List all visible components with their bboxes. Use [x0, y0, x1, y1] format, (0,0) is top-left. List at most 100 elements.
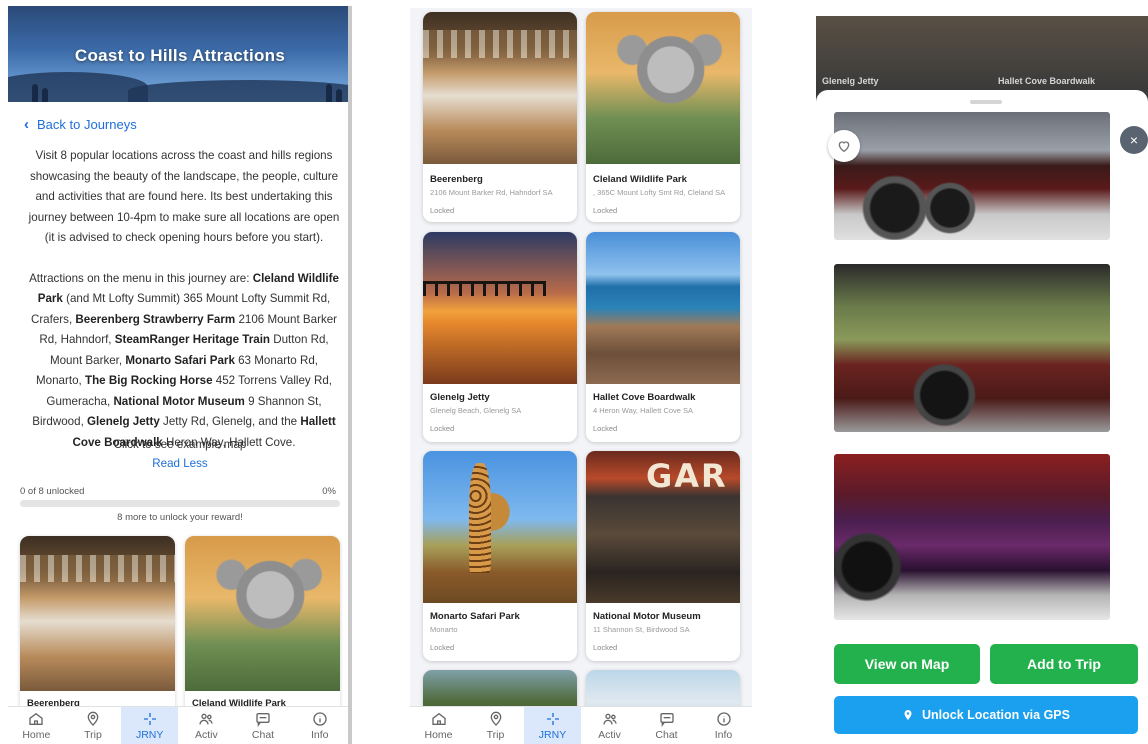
heart-icon [838, 141, 850, 153]
nav-activ[interactable]: Activ [581, 707, 638, 744]
button-label: View on Map [864, 656, 950, 672]
attractions-intro: Attractions on the menu in this journey … [29, 271, 253, 285]
sparkle-icon [143, 712, 156, 725]
nav-label: Activ [194, 728, 218, 741]
attraction-card[interactable]: Glenelg Jetty Glenelg Beach, Glenelg SA … [423, 232, 577, 442]
attraction-status: Locked [430, 424, 455, 433]
unlock-gps-button[interactable]: Unlock Location via GPS [834, 696, 1138, 734]
journey-description: Visit 8 popular locations across the coa… [26, 146, 342, 453]
nav-trip[interactable]: Trip [467, 707, 524, 744]
attraction-status: Locked [593, 424, 618, 433]
sheet-drag-handle[interactable] [970, 100, 1002, 104]
attraction-address: Glenelg Beach, Glenelg SA [430, 406, 522, 415]
attraction-address: , 365C Mount Lofty Smt Rd, Cleland SA [593, 188, 726, 197]
background-card-title: Hallet Cove Boardwalk [998, 76, 1096, 86]
view-on-map-button[interactable]: View on Map [834, 644, 980, 684]
nav-home[interactable]: Home [410, 707, 467, 744]
attractions-grid-screen: Beerenberg 2106 Mount Barker Rd, Hahndor… [410, 8, 752, 744]
gallery-photo [834, 454, 1110, 620]
map-pin-icon [490, 711, 501, 726]
close-button[interactable]: × [1120, 126, 1148, 154]
nav-label: Home [22, 728, 51, 741]
attraction-title: Cleland Wildlife Park [593, 174, 687, 185]
attraction-address: 4 Heron Way, Hallett Cove SA [593, 406, 694, 415]
nav-jrny[interactable]: JRNY [121, 707, 179, 744]
example-map-link[interactable]: Click to see example map [8, 438, 348, 451]
nav-chat[interactable]: Chat [235, 707, 292, 744]
bottom-nav: Home Trip JRNY Activ Chat Info [410, 706, 752, 744]
nav-label: Activ [598, 728, 621, 741]
hill-decoration [128, 80, 348, 102]
nav-info[interactable]: Info [291, 707, 348, 744]
users-icon [199, 713, 214, 724]
progress-bar [20, 500, 340, 507]
nav-jrny[interactable]: JRNY [524, 707, 581, 744]
home-icon [431, 712, 446, 725]
attraction-photo [20, 536, 175, 691]
attraction-name: Beerenberg Strawberry Farm [75, 312, 236, 326]
nav-label: JRNY [135, 728, 164, 741]
attraction-photo [423, 12, 577, 164]
attraction-detail-sheet-screen: Glenelg Jetty Hallet Cove Boardwalk View… [816, 16, 1148, 738]
nav-activ[interactable]: Activ [178, 707, 235, 744]
nav-trip[interactable]: Trip [65, 707, 122, 744]
attraction-photo [423, 451, 577, 603]
close-icon: × [1129, 132, 1139, 148]
attraction-name: The Big Rocking Horse [84, 374, 213, 387]
attraction-title: Beerenberg [430, 174, 483, 185]
favorite-button[interactable] [828, 130, 860, 162]
hiker-silhouette [336, 89, 342, 102]
attraction-photo [423, 232, 577, 384]
attractions-paragraph: Attractions on the menu in this journey … [26, 269, 342, 454]
attraction-card[interactable]: Monarto Safari Park Monarto Locked [423, 451, 577, 661]
back-to-journeys-link[interactable]: ‹ Back to Journeys [24, 116, 137, 133]
location-pin-icon [904, 710, 912, 720]
back-label: Back to Journeys [37, 117, 137, 132]
attraction-status: Locked [593, 206, 618, 215]
progress-message: 8 more to unlock your reward! [117, 512, 243, 523]
attraction-card[interactable]: National Motor Museum 11 Shannon St, Bir… [586, 451, 740, 661]
attraction-name: National Motor Museum [113, 394, 245, 408]
sparkle-icon [546, 712, 559, 725]
bottom-nav: Home Trip JRNY Activ Chat Info [8, 706, 348, 744]
nav-label: Trip [486, 728, 505, 741]
attraction-status: Locked [430, 643, 455, 652]
attraction-title: Monarto Safari Park [430, 611, 520, 622]
progress-count: 0 of 8 unlocked [20, 486, 85, 497]
nav-home[interactable]: Home [8, 707, 65, 744]
nav-label: Info [714, 728, 733, 741]
attraction-card[interactable]: Beerenberg 2106 Mount Barker Rd, Hahndor… [423, 12, 577, 222]
read-less-link[interactable]: Read Less [8, 457, 348, 470]
nav-info[interactable]: Info [695, 707, 752, 744]
background-card-title: Glenelg Jetty [822, 76, 879, 86]
hiker-silhouette [32, 84, 38, 102]
hiker-silhouette [326, 84, 332, 102]
attraction-photo [185, 536, 340, 691]
info-icon [313, 711, 327, 726]
hero-banner: Coast to Hills Attractions [8, 6, 348, 102]
page-title: Coast to Hills Attractions [74, 46, 286, 65]
progress-percent: 0% [322, 486, 336, 497]
nav-label: Info [310, 728, 329, 741]
button-label: Add to Trip [1027, 656, 1101, 672]
attraction-status: Locked [430, 206, 455, 215]
add-to-trip-button[interactable]: Add to Trip [990, 644, 1138, 684]
map-pin-icon [87, 711, 99, 726]
attraction-card[interactable]: Hallet Cove Boardwalk 4 Heron Way, Halle… [586, 232, 740, 442]
attraction-card[interactable]: Cleland Wildlife Park [185, 536, 340, 716]
chat-icon [256, 712, 270, 727]
attraction-address: Monarto [430, 625, 458, 634]
attraction-name: SteamRanger Heritage Train [114, 333, 271, 346]
attraction-card[interactable]: Cleland Wildlife Park , 365C Mount Lofty… [586, 12, 740, 222]
gallery-photo [834, 264, 1110, 432]
attraction-address: 11 Shannon St, Birdwood SA [593, 625, 690, 634]
hiker-silhouette [42, 88, 48, 102]
attraction-status: Locked [593, 643, 618, 652]
journey-detail-screen: Coast to Hills Attractions ‹ Back to Jou… [8, 6, 352, 744]
attraction-card[interactable]: Beerenberg [20, 536, 175, 716]
attraction-title: Glenelg Jetty [430, 392, 490, 403]
nav-label: Trip [84, 728, 102, 741]
chat-icon [659, 712, 674, 727]
nav-chat[interactable]: Chat [638, 707, 695, 744]
attraction-name: Glenelg Jetty [87, 415, 160, 428]
